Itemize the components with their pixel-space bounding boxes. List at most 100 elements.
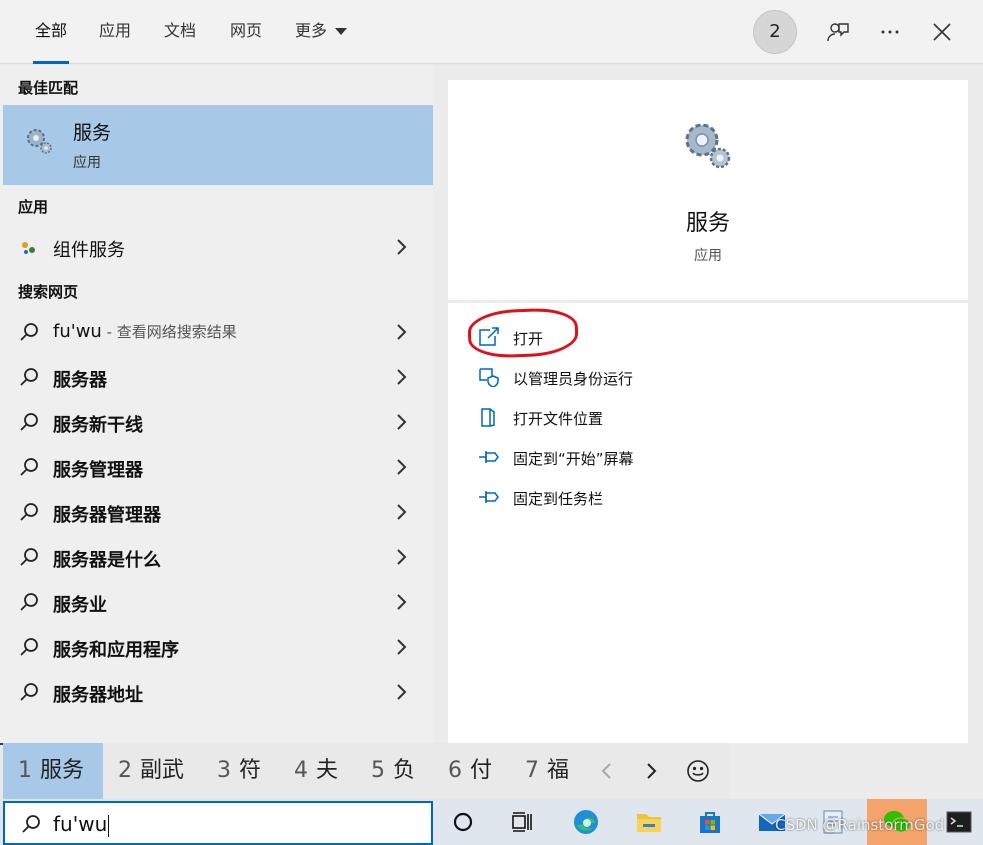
web-result-item[interactable]: 服务新干线 bbox=[0, 400, 433, 445]
ime-candidate-5[interactable]: 5负 bbox=[371, 743, 415, 799]
taskbar-search-input[interactable]: fu'wu bbox=[3, 801, 433, 845]
ime-emoji-button[interactable] bbox=[676, 743, 720, 799]
tab-apps-label: 应用 bbox=[99, 21, 132, 40]
edge-browser-icon bbox=[574, 810, 598, 834]
apps-header: 应用 bbox=[18, 198, 49, 216]
close-button[interactable] bbox=[926, 16, 958, 48]
candidate-number: 3 bbox=[217, 758, 231, 783]
store-icon bbox=[700, 812, 720, 833]
more-options-button[interactable] bbox=[874, 16, 906, 48]
close-icon bbox=[933, 23, 951, 41]
web-result-item[interactable]: 服务器 bbox=[0, 355, 433, 400]
terminal-icon bbox=[946, 811, 972, 833]
chevron-right-icon[interactable] bbox=[395, 413, 407, 431]
web-result-label: 服务器 bbox=[53, 370, 107, 391]
file-location-icon bbox=[481, 408, 495, 427]
web-result-item[interactable]: 服务管理器 bbox=[0, 445, 433, 490]
ime-candidate-1[interactable]: 1 服务 bbox=[3, 743, 103, 799]
watermark-text: CSDN @RainstormGod bbox=[775, 816, 945, 834]
ime-candidate-2[interactable]: 2 副武 bbox=[118, 743, 184, 799]
feedback-button[interactable] bbox=[822, 16, 854, 48]
web-search-header: 搜索网页 bbox=[18, 283, 79, 301]
candidate-text: 服务 bbox=[40, 758, 85, 783]
candidate-text: 副武 bbox=[140, 758, 185, 783]
chevron-right-icon bbox=[647, 763, 657, 779]
web-result-item[interactable]: 服务业 bbox=[0, 580, 433, 625]
open-icon bbox=[479, 327, 499, 346]
web-result-query[interactable]: fu'wu - 查看网络搜索结果 bbox=[0, 310, 433, 355]
chevron-right-icon[interactable] bbox=[395, 683, 407, 701]
chevron-right-icon[interactable] bbox=[395, 548, 407, 566]
search-icon bbox=[20, 413, 38, 431]
chevron-right-icon[interactable] bbox=[395, 503, 407, 521]
preview-pane-footer bbox=[729, 743, 983, 799]
tab-documents[interactable]: 文档 bbox=[164, 0, 196, 64]
list-item-component-services[interactable]: 组件服务 bbox=[0, 225, 433, 270]
candidate-text: 夫 bbox=[316, 758, 339, 783]
pin-icon bbox=[479, 491, 499, 503]
tab-more-label: 更多 bbox=[295, 21, 328, 40]
search-input-value: fu'wu bbox=[53, 812, 110, 837]
ellipsis-icon bbox=[881, 30, 899, 34]
ime-next-page[interactable] bbox=[629, 743, 673, 799]
best-match-header: 最佳匹配 bbox=[18, 79, 79, 97]
ime-candidate-7[interactable]: 7福 bbox=[525, 743, 569, 799]
candidate-number: 1 bbox=[18, 758, 32, 783]
chevron-left-icon bbox=[601, 763, 611, 779]
web-query-suffix: - 查看网络搜索结果 bbox=[101, 323, 237, 341]
web-result-item[interactable]: 服务器地址 bbox=[0, 670, 433, 715]
ime-candidate-6[interactable]: 6付 bbox=[448, 743, 492, 799]
search-icon bbox=[20, 683, 38, 701]
search-icon bbox=[20, 458, 38, 476]
ime-candidate-bar: 1 服务 2 副武 3符 4夫 5负 6付 7福 bbox=[3, 743, 729, 799]
store-button[interactable] bbox=[695, 807, 725, 837]
chevron-right-icon[interactable] bbox=[395, 593, 407, 611]
component-services-icon bbox=[22, 242, 35, 254]
taskbar: fu'wu CSDN @RainstormGod bbox=[0, 799, 983, 845]
web-result-label: 服务管理器 bbox=[53, 460, 143, 481]
tab-more[interactable]: 更多 bbox=[295, 0, 348, 64]
chevron-right-icon[interactable] bbox=[395, 458, 407, 476]
app-preview-card: 服务 应用 bbox=[448, 80, 968, 300]
task-view-button[interactable] bbox=[507, 807, 537, 837]
actions-card: 打开 以管理员身份运行 打开文件位置 固定到“开始”屏幕 固定到任务栏 bbox=[448, 303, 968, 743]
chevron-right-icon[interactable] bbox=[395, 323, 407, 341]
shield-icon bbox=[479, 368, 499, 387]
web-result-item[interactable]: 服务器是什么 bbox=[0, 535, 433, 580]
ime-candidate-3[interactable]: 3符 bbox=[217, 743, 261, 799]
list-item-label: 组件服务 bbox=[53, 240, 125, 261]
web-result-item[interactable]: 服务器管理器 bbox=[0, 490, 433, 535]
search-icon bbox=[20, 593, 38, 611]
rewards-badge[interactable]: 2 bbox=[753, 10, 797, 54]
candidate-number: 6 bbox=[448, 758, 462, 783]
ime-candidate-4[interactable]: 4夫 bbox=[294, 743, 338, 799]
active-tab-indicator bbox=[33, 61, 70, 64]
caret-down-icon bbox=[335, 28, 348, 35]
windows-search-window: 全部 应用 文档 网页 更多 2 最佳匹配 服务 应用 应用 组件服务 搜索网页… bbox=[0, 0, 983, 845]
web-result-item[interactable]: 服务和应用程序 bbox=[0, 625, 433, 670]
preview-pane: 服务 应用 打开 以管理员身份运行 打开文件位置 固定到“开始”屏幕 固定到任务… bbox=[433, 65, 983, 743]
action-label: 打开文件位置 bbox=[513, 410, 604, 428]
tab-apps[interactable]: 应用 bbox=[99, 0, 131, 64]
results-list: 最佳匹配 服务 应用 应用 组件服务 搜索网页 fu'wu - 查看网络搜索结果 bbox=[0, 65, 433, 743]
web-result-label: 服务器是什么 bbox=[53, 550, 161, 571]
search-icon bbox=[20, 503, 38, 521]
task-view-icon bbox=[512, 812, 532, 832]
action-label: 以管理员身份运行 bbox=[513, 370, 634, 388]
tab-web[interactable]: 网页 bbox=[230, 0, 262, 64]
chevron-right-icon[interactable] bbox=[395, 238, 407, 256]
ime-prev-page[interactable] bbox=[585, 743, 629, 799]
chevron-right-icon[interactable] bbox=[395, 638, 407, 656]
candidate-number: 4 bbox=[294, 758, 308, 783]
action-label: 打开 bbox=[513, 330, 544, 348]
chevron-right-icon[interactable] bbox=[395, 368, 407, 386]
candidate-text: 负 bbox=[393, 758, 416, 783]
candidate-number: 7 bbox=[525, 758, 539, 783]
cortana-button[interactable] bbox=[448, 807, 478, 837]
edge-taskbar-button[interactable] bbox=[571, 807, 601, 837]
tab-all[interactable]: 全部 bbox=[33, 0, 70, 64]
text-caret bbox=[108, 814, 110, 837]
file-explorer-button[interactable] bbox=[634, 807, 664, 837]
best-match-item[interactable]: 服务 应用 bbox=[3, 105, 433, 185]
terminal-button[interactable] bbox=[944, 807, 974, 837]
